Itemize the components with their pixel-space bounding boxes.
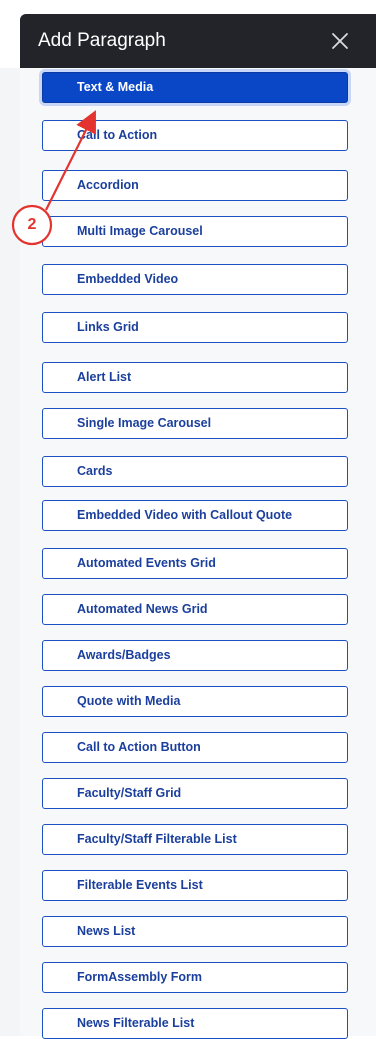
paragraph-type-button-faculty-staff-filterable-list[interactable]: Faculty/Staff Filterable List: [42, 824, 348, 855]
dialog-title: Add Paragraph: [38, 30, 166, 51]
paragraph-type-button-quote-with-media[interactable]: Quote with Media: [42, 686, 348, 717]
paragraph-type-button-formassembly-form[interactable]: FormAssembly Form: [42, 962, 348, 993]
paragraph-type-button-cards[interactable]: Cards: [42, 456, 348, 487]
paragraph-type-button-multi-image-carousel[interactable]: Multi Image Carousel: [42, 216, 348, 247]
paragraph-type-button-embedded-video[interactable]: Embedded Video: [42, 264, 348, 295]
paragraph-type-button-accordion[interactable]: Accordion: [42, 170, 348, 201]
paragraph-type-button-filterable-events-list[interactable]: Filterable Events List: [42, 870, 348, 901]
paragraph-type-button-news-filterable-list[interactable]: News Filterable List: [42, 1008, 348, 1039]
dialog-header: Add Paragraph: [20, 14, 376, 68]
paragraph-type-button-links-grid[interactable]: Links Grid: [42, 312, 348, 343]
add-paragraph-dialog: Add Paragraph Text & Media Call to Action…: [0, 0, 376, 1039]
paragraph-type-button-embedded-video-with-callout-quote[interactable]: Embedded Video with Callout Quote: [42, 500, 348, 531]
paragraph-type-button-automated-news-grid[interactable]: Automated News Grid: [42, 594, 348, 625]
paragraph-type-button-single-image-carousel[interactable]: Single Image Carousel: [42, 408, 348, 439]
paragraph-type-button-call-to-action[interactable]: Call to Action: [42, 120, 348, 151]
paragraph-type-button-text-and-media[interactable]: Text & Media: [42, 72, 348, 103]
paragraph-type-button-faculty-staff-grid[interactable]: Faculty/Staff Grid: [42, 778, 348, 809]
paragraph-type-button-call-to-action-button[interactable]: Call to Action Button: [42, 732, 348, 763]
background-page-edge: [0, 68, 20, 1036]
paragraph-type-button-alert-list[interactable]: Alert List: [42, 362, 348, 393]
paragraph-type-button-awards-badges[interactable]: Awards/Badges: [42, 640, 348, 671]
close-icon[interactable]: [330, 31, 350, 51]
paragraph-type-button-news-list[interactable]: News List: [42, 916, 348, 947]
step-number: 2: [27, 216, 37, 233]
paragraph-type-button-automated-events-grid[interactable]: Automated Events Grid: [42, 548, 348, 579]
